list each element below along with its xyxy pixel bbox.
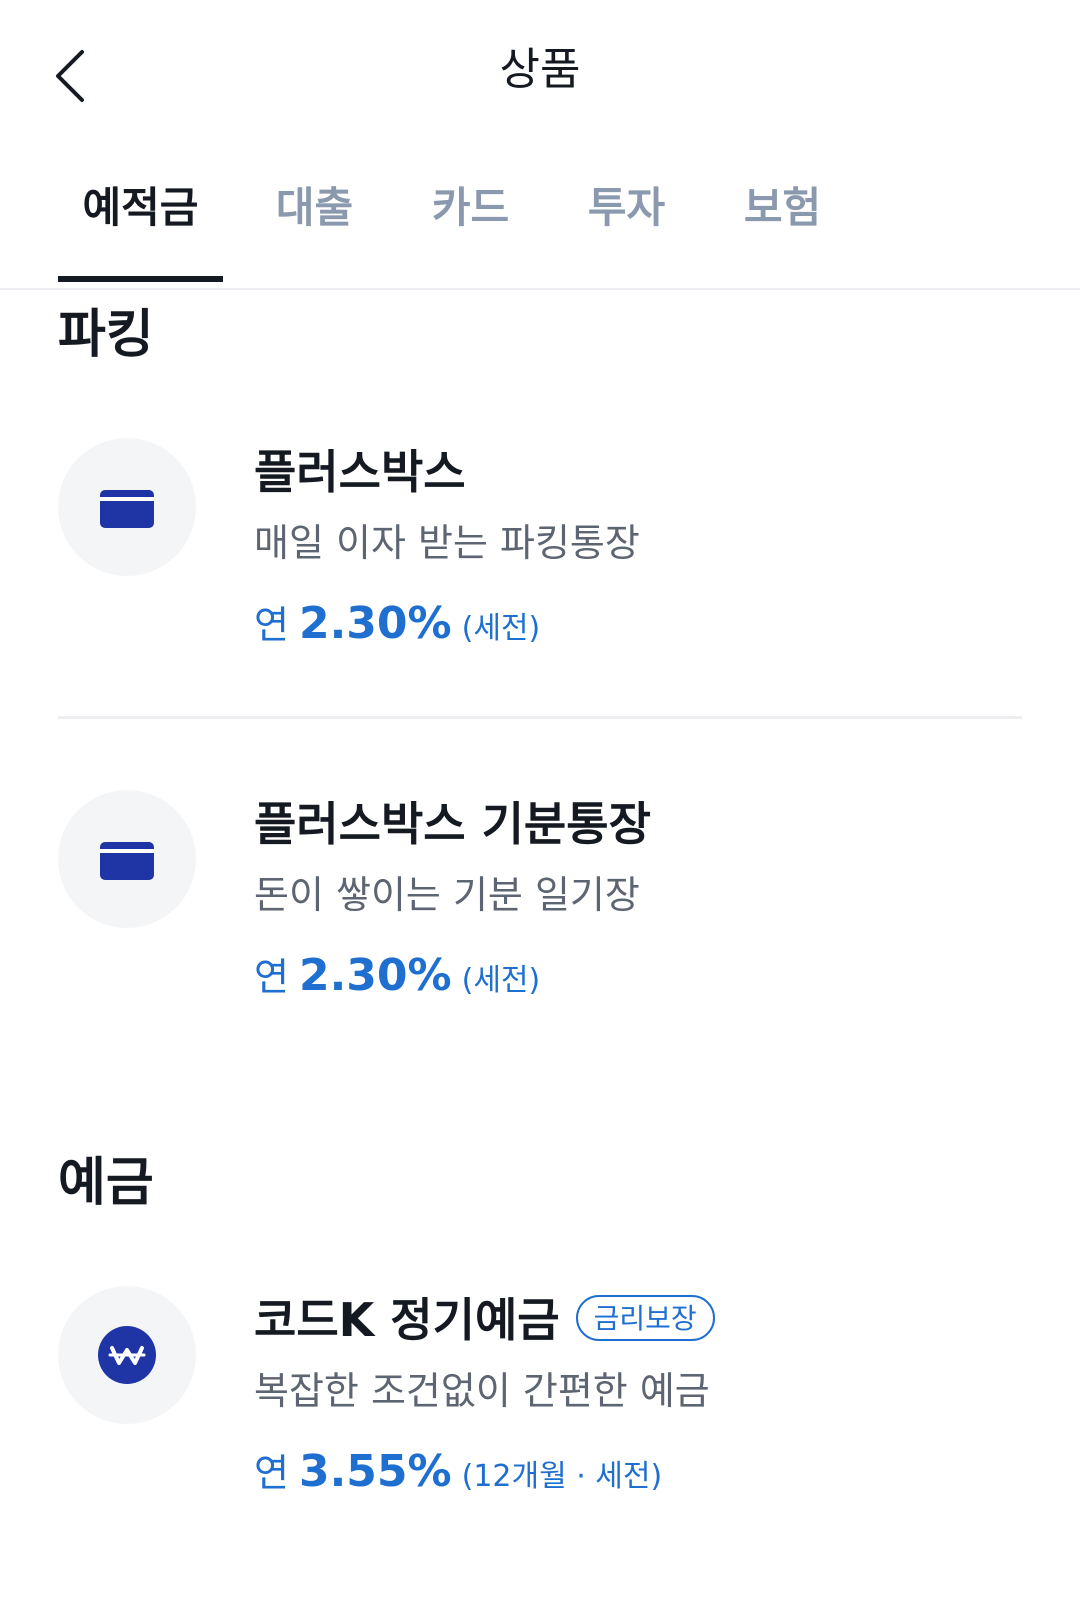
rate-value: 2.30% [298, 950, 452, 1001]
product-icon [58, 438, 196, 576]
rate-prefix: 연 [254, 955, 289, 999]
product-item-plusbox-mood[interactable]: 플러스박스 기분통장 돈이 쌓이는 기분 일기장 연 2.30% (세전) [0, 790, 1080, 1010]
product-name: 코드K 정기예금 금리보장 [254, 1288, 715, 1352]
top-app-bar: 상품 [0, 0, 1080, 150]
tabs-divider [0, 288, 1080, 290]
product-rate: 연 2.30% (세전) [254, 594, 540, 663]
product-name: 플러스박스 [254, 445, 466, 499]
product-rate: 연 3.55% (12개월 · 세전) [254, 1442, 662, 1511]
card-icon [100, 842, 154, 880]
won-coin-icon [98, 1326, 156, 1384]
product-item-codek-deposit[interactable]: 코드K 정기예금 금리보장 복잡한 조건없이 간편한 예금 연 3.55% (12개월… [0, 1286, 1080, 1506]
rate-value: 2.30% [298, 598, 452, 649]
product-icon [58, 790, 196, 928]
tab-loans[interactable]: 대출 [232, 178, 397, 238]
product-rate: 연 2.30% (세전) [254, 946, 540, 1015]
tab-insurance[interactable]: 보험 [700, 178, 865, 238]
rate-value: 3.55% [298, 1446, 452, 1497]
tab-savings[interactable]: 예적금 [58, 178, 223, 238]
page-title: 상품 [499, 44, 581, 95]
section-title-deposit: 예금 [58, 1153, 154, 1213]
card-icon [100, 490, 154, 528]
rate-guarantee-badge: 금리보장 [575, 1295, 715, 1341]
tab-invest[interactable]: 투자 [544, 178, 709, 238]
list-divider [58, 716, 1022, 719]
product-description: 돈이 쌓이는 기분 일기장 [254, 873, 640, 917]
product-name: 플러스박스 기분통장 [254, 797, 651, 851]
section-title-parking: 파킹 [58, 305, 154, 365]
product-description: 매일 이자 받는 파킹통장 [254, 521, 640, 565]
active-tab-indicator [58, 276, 223, 282]
product-icon [58, 1286, 196, 1424]
rate-prefix: 연 [254, 1451, 289, 1495]
product-description: 복잡한 조건없이 간편한 예금 [254, 1369, 710, 1413]
rate-prefix: 연 [254, 603, 289, 647]
tab-cards[interactable]: 카드 [388, 178, 553, 238]
rate-note: (12개월 · 세전) [461, 1459, 663, 1494]
rate-note: (세전) [461, 611, 541, 646]
product-item-plusbox[interactable]: 플러스박스 매일 이자 받는 파킹통장 연 2.30% (세전) [0, 438, 1080, 658]
rate-note: (세전) [461, 963, 541, 998]
category-tabs: 예적금 대출 카드 투자 보험 [0, 160, 1080, 290]
product-name-text: 코드K 정기예금 [254, 1293, 560, 1347]
